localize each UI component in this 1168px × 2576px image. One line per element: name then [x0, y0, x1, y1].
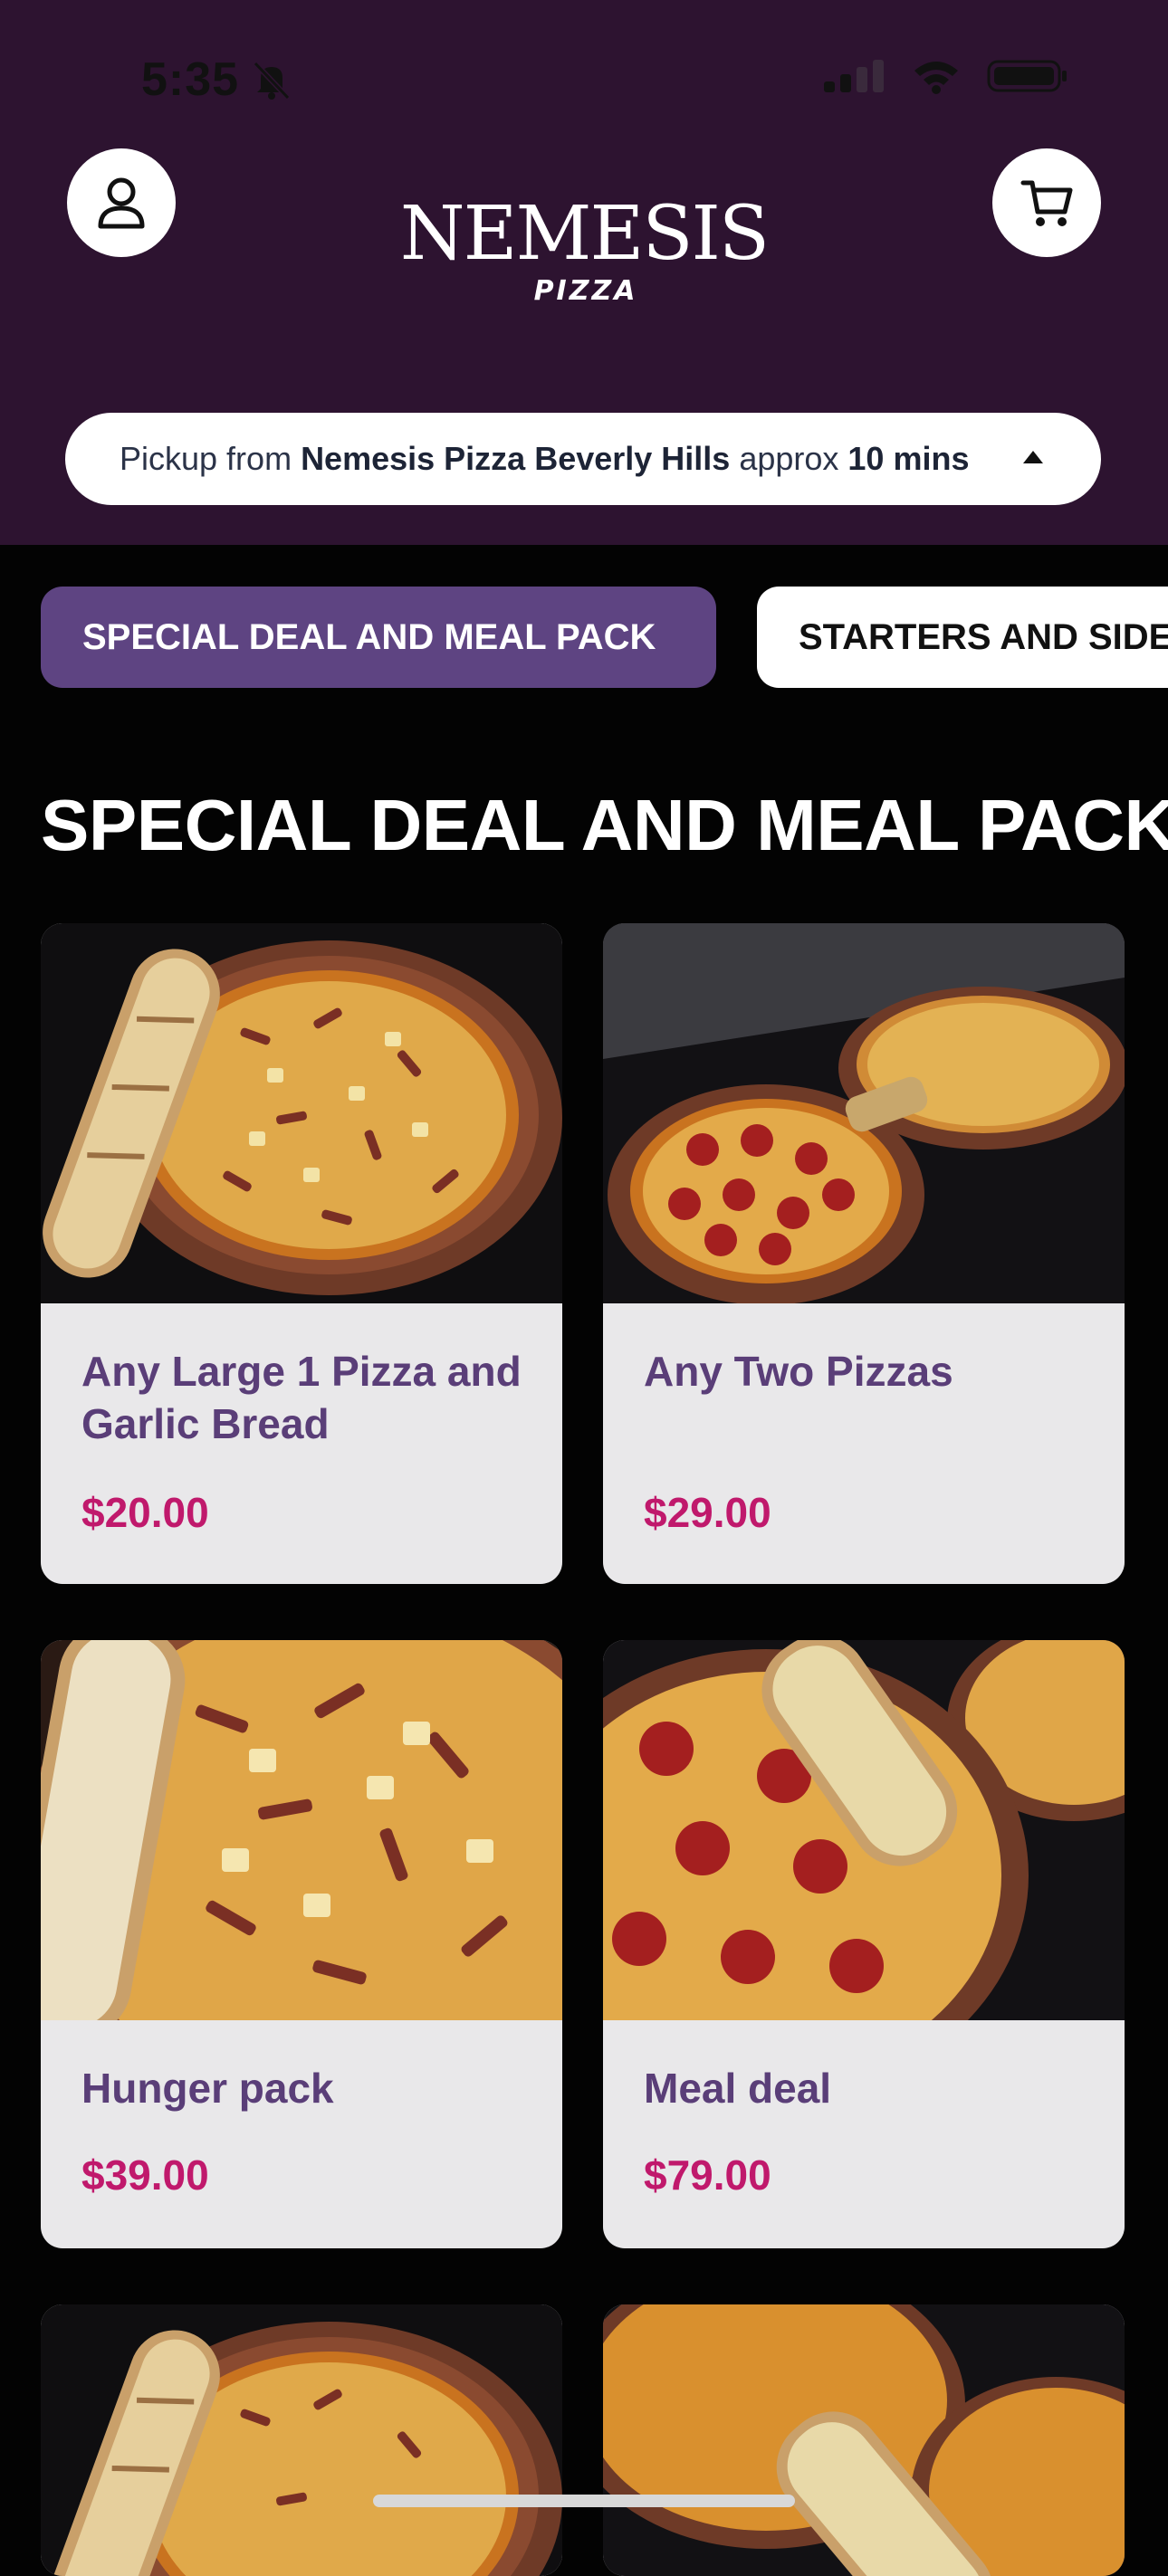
app-header: 5:35 NEMESIS PIZZA Pickup from Nemesis P… [0, 0, 1168, 545]
product-name: Hunger pack [81, 2065, 334, 2112]
product-image [603, 2304, 1125, 2576]
product-name: Any Two Pizzas [644, 1348, 953, 1395]
product-card[interactable] [41, 2304, 562, 2576]
product-price: $29.00 [644, 1489, 771, 1536]
section-title: SPECIAL DEAL AND MEAL PACK [41, 785, 1168, 865]
status-icons [822, 58, 1068, 94]
product-image [41, 923, 562, 1303]
logo-main-text: NEMESIS [399, 191, 770, 277]
logo-sub-text: PIZZA [533, 275, 638, 307]
product-info: Meal deal [603, 2020, 1125, 2114]
product-image [41, 1640, 562, 2020]
pickup-store-name: Nemesis Pizza Beverly Hills [301, 440, 731, 477]
product-info: Any Two Pizzas [603, 1303, 1125, 1398]
caret-up-icon [1023, 451, 1043, 463]
product-card[interactable] [603, 2304, 1125, 2576]
bell-muted-icon [253, 61, 291, 100]
wifi-icon [914, 62, 958, 94]
product-name: Meal deal [644, 2065, 832, 2112]
product-name: Any Large 1 Pizza and Garlic Bread [81, 1348, 522, 1447]
home-indicator[interactable] [373, 2495, 795, 2507]
tab-starters-and-sides[interactable]: STARTERS AND SIDES [757, 587, 1168, 688]
status-time: 5:35 [141, 53, 240, 106]
signal-icon [824, 60, 884, 92]
product-card[interactable]: Meal deal $79.00 [603, 1640, 1125, 2248]
product-card[interactable]: Any Large 1 Pizza and Garlic Bread $20.0… [41, 923, 562, 1584]
battery-icon [987, 60, 1067, 92]
pickup-middle: approx [730, 440, 848, 477]
product-card[interactable]: Any Two Pizzas $29.00 [603, 923, 1125, 1584]
category-tabs[interactable]: SPECIAL DEAL AND MEAL PACK STARTERS AND … [0, 587, 1168, 688]
pickup-prefix: Pickup from [120, 440, 302, 477]
product-info: Hunger pack [41, 2020, 562, 2114]
product-card[interactable]: Hunger pack $39.00 [41, 1640, 562, 2248]
product-price: $39.00 [81, 2151, 209, 2199]
brand-logo[interactable]: NEMESIS PIZZA [0, 191, 1168, 308]
pickup-selector[interactable]: Pickup from Nemesis Pizza Beverly Hills … [65, 413, 1101, 505]
product-image [41, 2304, 562, 2576]
product-info: Any Large 1 Pizza and Garlic Bread [41, 1303, 562, 1450]
product-price: $79.00 [644, 2151, 771, 2199]
product-image [603, 923, 1125, 1303]
pickup-time: 10 mins [847, 440, 970, 477]
tab-special-deal[interactable]: SPECIAL DEAL AND MEAL PACK [41, 587, 716, 688]
product-price: $20.00 [81, 1489, 209, 1536]
product-image [603, 1640, 1125, 2020]
